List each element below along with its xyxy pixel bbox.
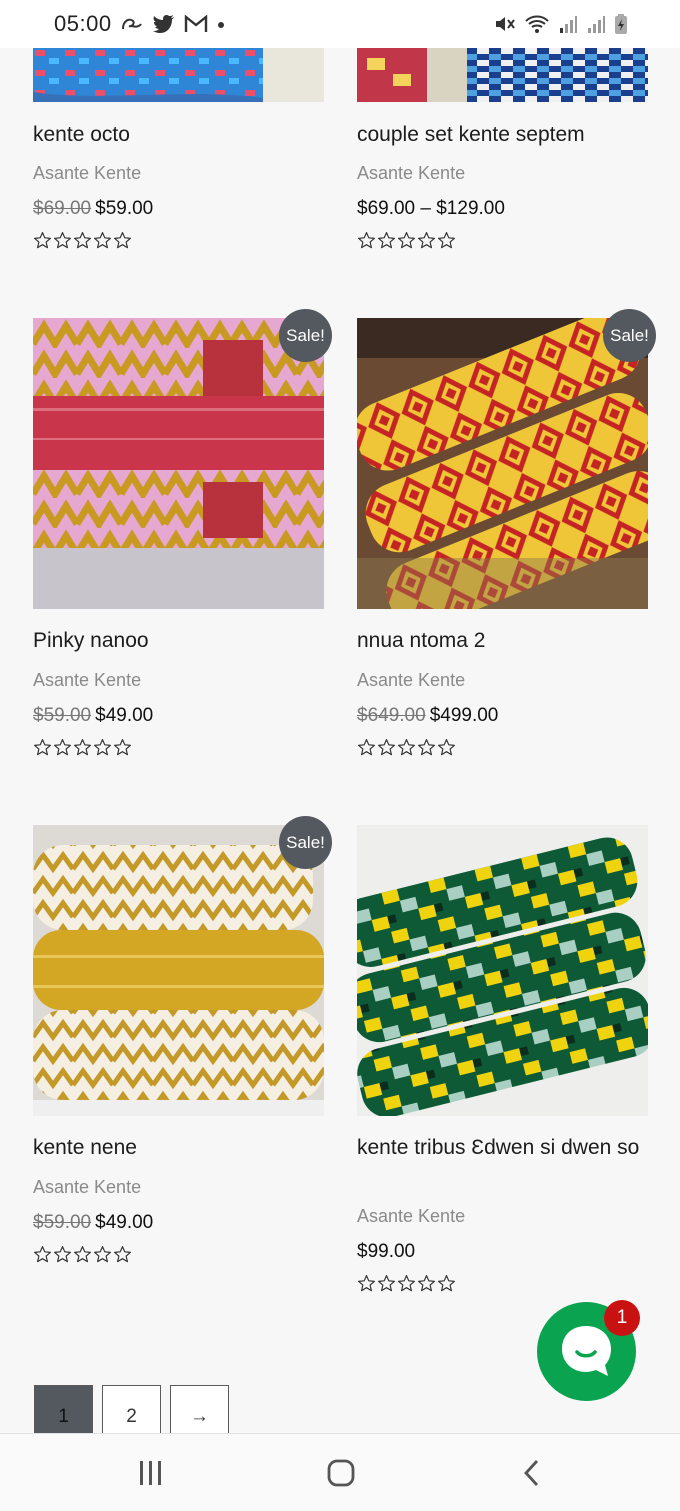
star-icon: [33, 738, 52, 757]
star-icon: [397, 231, 416, 250]
sale-price: $99.00: [357, 1241, 416, 1262]
star-icon: [437, 1274, 456, 1293]
sale-price: $59.00: [95, 198, 154, 219]
product-price: $99.00: [357, 1241, 415, 1263]
page-2-button[interactable]: 2: [102, 1385, 161, 1435]
sale-badge: Sale!: [603, 309, 656, 362]
recent-apps-icon[interactable]: [137, 1458, 165, 1488]
product-title[interactable]: kente tribus Ɛdwen si dwen so: [357, 1133, 649, 1163]
star-rating: [357, 231, 456, 250]
star-icon: [33, 231, 52, 250]
star-icon: [53, 1245, 72, 1264]
product-title[interactable]: couple set kente septem: [357, 120, 649, 150]
old-price: $649.00: [357, 705, 426, 726]
star-icon: [397, 1274, 416, 1293]
star-icon: [417, 1274, 436, 1293]
star-icon: [53, 738, 72, 757]
star-icon: [417, 231, 436, 250]
sale-badge: Sale!: [279, 816, 332, 869]
product-price: $649.00 $499.00: [357, 705, 498, 727]
sale-badge: Sale!: [279, 309, 332, 362]
product-category[interactable]: Asante Kente: [33, 163, 141, 184]
old-price: $59.00: [33, 1212, 92, 1233]
star-rating: [33, 738, 132, 757]
star-icon: [93, 738, 112, 757]
product-image[interactable]: [33, 48, 324, 102]
star-icon: [113, 231, 132, 250]
next-page-button[interactable]: →: [170, 1385, 229, 1435]
old-price: $59.00: [33, 705, 92, 726]
star-icon: [73, 1245, 92, 1264]
home-icon[interactable]: [326, 1458, 356, 1488]
pagination: 1 2 →: [34, 1385, 229, 1435]
star-icon: [113, 1245, 132, 1264]
star-icon: [397, 738, 416, 757]
star-icon: [73, 738, 92, 757]
product-title[interactable]: kente octo: [33, 120, 325, 150]
product-image[interactable]: [33, 825, 324, 1116]
chat-unread-badge: 1: [604, 1300, 640, 1336]
product-title[interactable]: kente nene: [33, 1133, 325, 1163]
star-icon: [377, 231, 396, 250]
price-range: $69.00 – $129.00: [357, 198, 505, 219]
star-icon: [93, 1245, 112, 1264]
product-image[interactable]: [357, 48, 648, 102]
star-icon: [357, 1274, 376, 1293]
twitter-icon: [153, 15, 174, 33]
chat-app-icon: [122, 18, 142, 30]
product-image[interactable]: [357, 825, 648, 1116]
system-icons: [494, 12, 628, 36]
star-icon: [357, 738, 376, 757]
gmail-icon: [184, 14, 208, 32]
product-category[interactable]: Asante Kente: [357, 163, 465, 184]
product-title[interactable]: nnua ntoma 2: [357, 626, 649, 656]
product-price: $59.00 $49.00: [33, 705, 153, 727]
star-icon: [53, 231, 72, 250]
star-icon: [377, 1274, 396, 1293]
star-icon: [437, 738, 456, 757]
product-category[interactable]: Asante Kente: [357, 1206, 465, 1227]
product-category[interactable]: Asante Kente: [33, 1177, 141, 1198]
product-price: $69.00 $59.00: [33, 198, 153, 220]
old-price: $69.00: [33, 198, 92, 219]
dot-icon: [218, 22, 224, 28]
status-bar: 05:00: [0, 0, 680, 48]
star-icon: [437, 231, 456, 250]
product-category[interactable]: Asante Kente: [33, 670, 141, 691]
product-category[interactable]: Asante Kente: [357, 670, 465, 691]
notification-icons: [120, 12, 226, 36]
product-image[interactable]: [357, 318, 648, 609]
star-icon: [357, 231, 376, 250]
product-price: $59.00 $49.00: [33, 1212, 153, 1234]
star-icon: [417, 738, 436, 757]
sale-price: $499.00: [429, 705, 499, 726]
sale-price: $49.00: [95, 705, 154, 726]
signal-icon-2: [588, 16, 605, 33]
star-rating: [33, 231, 132, 250]
sale-price: $49.00: [95, 1212, 154, 1233]
back-icon[interactable]: [520, 1458, 544, 1488]
battery-icon: [615, 14, 627, 34]
mute-icon: [496, 17, 515, 31]
star-icon: [73, 231, 92, 250]
signal-icon: [560, 16, 577, 33]
star-rating: [33, 1245, 132, 1264]
star-icon: [93, 231, 112, 250]
star-icon: [377, 738, 396, 757]
product-price: $69.00 – $129.00: [357, 198, 505, 220]
navigation-bar: [0, 1433, 680, 1511]
star-icon: [33, 1245, 52, 1264]
product-title[interactable]: Pinky nanoo: [33, 626, 325, 656]
star-rating: [357, 738, 456, 757]
status-time: 05:00: [54, 11, 112, 36]
star-icon: [113, 738, 132, 757]
page-1-button[interactable]: 1: [34, 1385, 93, 1435]
star-rating: [357, 1274, 456, 1293]
wifi-icon: [525, 15, 549, 33]
product-image[interactable]: [33, 318, 324, 609]
